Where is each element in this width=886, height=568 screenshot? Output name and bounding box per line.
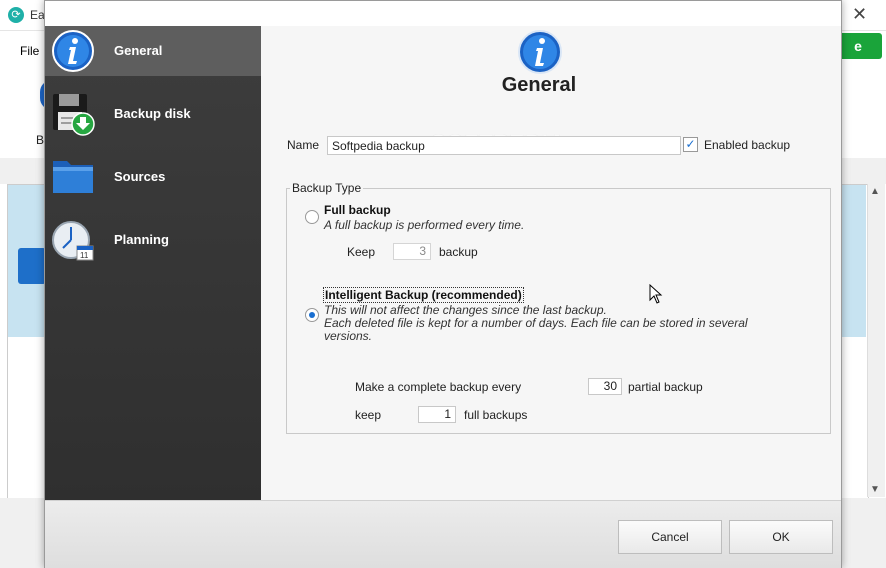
radio-selected-dot [309,312,315,318]
sidebar-item-label: Sources [114,169,166,184]
backup-name-input[interactable] [327,136,681,155]
sidebar-item-label: General [114,43,163,58]
menu-file[interactable]: File [20,44,39,58]
background-folder-icon [18,248,46,284]
name-label: Name [287,138,320,152]
sidebar-item-planning[interactable]: 11 Planning [45,215,261,265]
keep-full-label: keep [355,408,382,422]
full-keep-label: Keep [347,245,376,259]
sidebar-item-general[interactable]: General [45,26,261,76]
enabled-backup-checkbox[interactable]: ✓ [683,137,698,152]
folder-icon [53,161,93,193]
dialog-title-bar [45,1,841,26]
full-backup-radio[interactable] [305,210,319,224]
intelligent-description-line3: versions. [324,329,373,343]
complete-backup-input[interactable]: 30 [588,378,622,395]
cancel-button[interactable]: Cancel [618,520,722,554]
background-scrollbar[interactable] [867,184,885,497]
full-backup-title[interactable]: Full backup [324,203,391,217]
keep-full-input[interactable]: 1 [418,406,456,423]
dialog-content: General SOFTPEDIA Name ✓ Enabled backup … [261,26,841,500]
intelligent-description-line2: Each deleted file is kept for a number o… [324,316,748,330]
clock-calendar-icon: 11 [52,221,94,261]
intelligent-backup-radio[interactable] [305,308,319,322]
ok-button[interactable]: OK [729,520,833,554]
complete-backup-label: Make a complete backup every [355,380,522,394]
enabled-backup-label: Enabled backup [704,138,791,152]
scroll-down-icon[interactable]: ▼ [870,484,880,495]
svg-text:11: 11 [80,251,89,260]
complete-backup-unit: partial backup [628,380,703,394]
background-tool-label: B [36,133,45,147]
intelligent-backup-title[interactable]: Intelligent Backup (recommended) [323,287,524,303]
scroll-up-icon[interactable]: ▲ [870,186,880,197]
close-icon[interactable]: ✕ [852,4,867,25]
page-title: General [501,74,577,96]
info-icon [52,30,94,72]
sidebar-item-label: Backup disk [114,106,191,121]
sidebar-item-sources[interactable]: Sources [45,152,261,202]
full-backup-description: A full backup is performed every time. [324,218,525,232]
keep-full-unit: full backups [464,408,528,422]
app-logo-icon: ⟳ [8,7,24,23]
backup-type-legend: Backup Type [290,181,364,195]
dialog-footer: Cancel OK [45,500,841,568]
full-keep-input[interactable]: 3 [393,243,431,260]
info-icon [518,30,562,74]
sidebar-item-backup-disk[interactable]: Backup disk [45,89,261,139]
mouse-cursor-icon [649,284,663,304]
settings-dialog: General Backup disk Sources 11 Planning … [44,0,842,568]
dialog-sidebar: General Backup disk Sources 11 Planning [45,26,261,500]
floppy-download-icon [53,94,95,136]
full-keep-unit: backup [439,245,478,259]
sidebar-item-label: Planning [114,232,169,247]
